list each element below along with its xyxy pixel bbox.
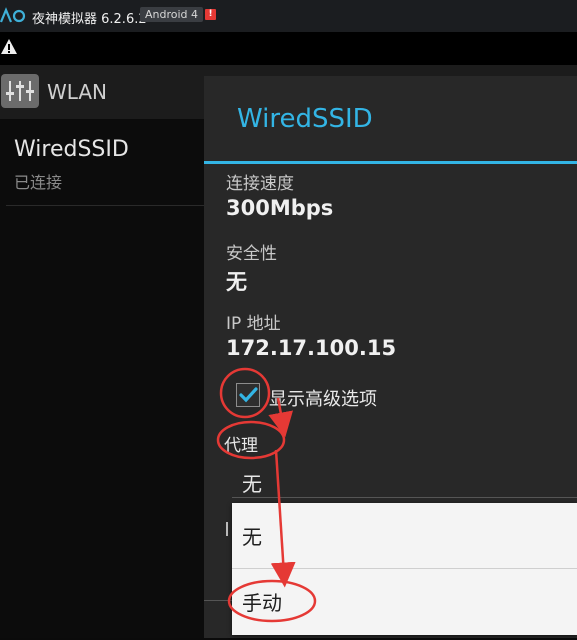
arrow-to-manual xyxy=(270,449,296,588)
manual-highlight-circle xyxy=(227,579,317,623)
annotation-overlay xyxy=(216,367,317,623)
checkbox-highlight-circle xyxy=(219,367,271,419)
proxy-highlight-circle xyxy=(216,420,286,460)
arrow-to-proxy xyxy=(268,397,294,438)
